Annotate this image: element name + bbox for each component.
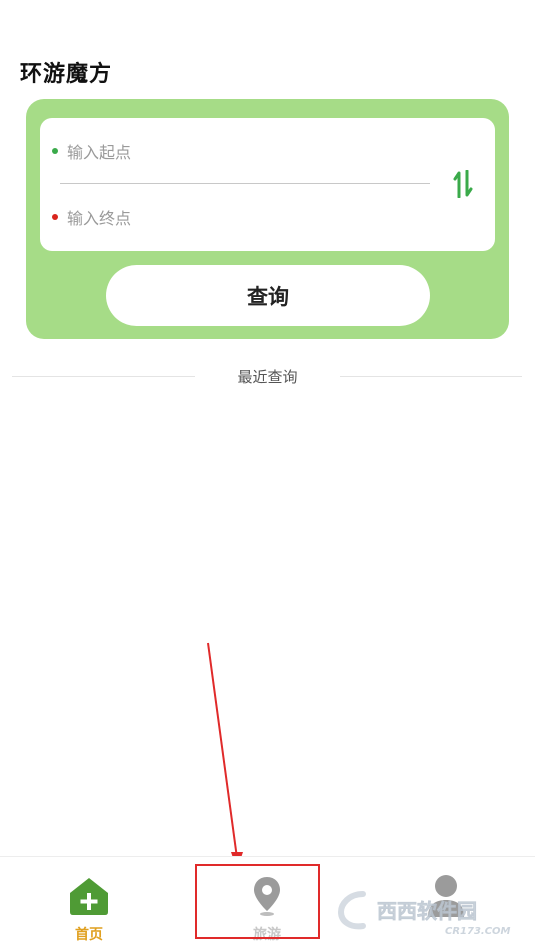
start-point-field[interactable]: 输入起点: [52, 138, 131, 164]
tab-home-label: 首页: [75, 927, 103, 943]
start-dot-icon: [52, 148, 58, 154]
annotation-highlight-box: [195, 864, 320, 939]
watermark-brand: 西西软件园: [377, 899, 477, 923]
query-button[interactable]: 查询: [106, 265, 430, 326]
swap-vertical-icon: [453, 170, 473, 198]
app-title: 环游魔方: [20, 62, 113, 87]
recent-divider-left: [12, 376, 195, 377]
route-input-box: 输入起点 输入终点: [40, 118, 495, 251]
home-plus-icon: [70, 878, 108, 915]
end-point-field[interactable]: 输入终点: [52, 204, 131, 230]
tab-home[interactable]: 首页: [0, 857, 178, 951]
end-dot-icon: [52, 214, 58, 220]
watermark-site: CR173.COM: [445, 926, 511, 937]
recent-queries-label: 最近查询: [237, 368, 298, 386]
recent-divider-right: [340, 376, 522, 377]
end-point-placeholder: 输入终点: [67, 209, 132, 228]
field-divider: [60, 183, 430, 184]
watermark-logo: 西西软件园 CR173.COM: [335, 880, 535, 940]
start-point-placeholder: 输入起点: [67, 143, 132, 162]
route-search-card: 输入起点 输入终点 查询: [26, 99, 509, 339]
swap-button[interactable]: [450, 168, 476, 200]
watermark-logo-icon: 西西软件园 CR173.COM: [337, 891, 511, 937]
recent-queries-header: 最近查询: [0, 366, 535, 388]
